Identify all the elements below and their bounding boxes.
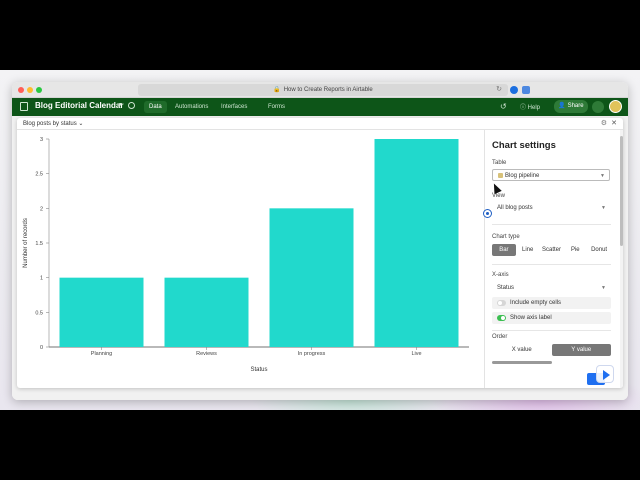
x-axis-title: Status [250,367,267,373]
bell-icon[interactable] [592,101,604,113]
avatar[interactable] [609,100,622,113]
x-tick-label: Reviews [196,351,217,357]
include-empty-toggle[interactable] [497,300,506,306]
nav-automations[interactable]: Automations [170,101,213,113]
show-axis-label-toggle-row[interactable]: Show axis label [492,312,611,324]
chart-type-bar[interactable]: Bar [492,244,516,256]
bar [269,208,354,347]
click-indicator [483,209,492,218]
chart-modal: Blog posts by status ⌄ ⚙ ✕ 0 0.5 1 1.5 2 2.5 3… [17,118,623,388]
settings-icon[interactable]: ⚙ [601,119,607,127]
chart-type-selector: Bar Line Scatter Pie Donut [492,244,611,256]
table-label: Table [492,160,507,166]
x-tick-label: Live [411,351,421,357]
bar-chart: 0 0.5 1 1.5 2 2.5 3 Planning Reviews In progress L… [23,137,469,373]
chart-type-donut[interactable]: Donut [587,244,611,256]
chart-name-dropdown[interactable]: Blog posts by status ⌄ [23,120,83,127]
screen-stage: 🔒 How to Create Reports in Airtable ↻ Blo… [0,70,640,410]
extension-icon[interactable] [522,86,530,94]
address-bar-title: How to Create Reports in Airtable [283,87,373,93]
y-tick-label: 2.5 [35,172,43,178]
base-icon [20,102,28,111]
close-window-button[interactable] [18,87,24,93]
nav-forms[interactable]: Forms [263,101,290,113]
bar [374,139,459,347]
help-link[interactable]: ⓘ Help [520,102,540,111]
order-y-value[interactable]: Y value [551,344,611,356]
y-tick-label: 0 [40,345,43,351]
minimize-window-button[interactable] [27,87,33,93]
chart-type-scatter[interactable]: Scatter [540,244,564,256]
show-axis-label-toggle[interactable] [497,315,506,321]
order-label: Order [492,334,508,340]
recording-widget-icon[interactable] [587,365,615,385]
address-bar[interactable]: 🔒 How to Create Reports in Airtable ↻ [138,84,508,96]
x-tick-label: In progress [298,351,326,357]
nav-interfaces[interactable]: Interfaces [216,101,252,113]
include-empty-label: Include empty cells [510,300,562,306]
divider [492,330,611,331]
chevron-down-icon: ▼ [601,205,606,211]
base-title[interactable]: Blog Editorial Calendar [35,101,123,110]
chart-type-label: Chart type [492,234,520,240]
y-tick-label: 3 [40,137,43,143]
nav-data[interactable]: Data [144,101,167,113]
lock-icon: 🔒 [273,87,281,93]
modal-header: Blog posts by status ⌄ ⚙ ✕ [17,118,623,130]
xaxis-select[interactable]: Status ▼ [492,282,610,294]
bar [164,277,249,347]
bar [59,277,144,347]
chevron-down-icon: ▼ [600,173,605,179]
horizontal-scrollbar[interactable] [492,361,552,364]
y-tick-label: 2 [40,206,43,212]
x-tick-label: Planning [91,351,112,357]
xaxis-label: X-axis [492,272,509,278]
history-icon[interactable]: ↺ [500,102,507,111]
chart-settings-panel: Chart settings Table Blog pipeline ▼ Vie… [484,130,623,388]
chevron-down-icon: ▼ [601,285,606,291]
order-selector: X value Y value [492,344,611,356]
settings-title: Chart settings [492,140,556,151]
divider [492,224,611,225]
app-header: Blog Editorial Calendar ▾ Data Automatio… [12,98,628,116]
extension-icon[interactable] [510,86,518,94]
table-icon [498,172,503,178]
chevron-down-icon[interactable]: ▾ [119,101,122,108]
vertical-scrollbar[interactable] [620,130,623,388]
table-select[interactable]: Blog pipeline ▼ [492,169,610,181]
show-axis-label-text: Show axis label [510,315,552,321]
chart-type-pie[interactable]: Pie [563,244,587,256]
divider [492,264,611,265]
y-tick-label: 1.5 [35,241,43,247]
info-icon[interactable] [128,102,135,109]
workspace: Blog posts by status ⌄ ⚙ ✕ 0 0.5 1 1.5 2 2.5 3… [12,116,628,400]
y-tick-label: 1 [40,276,43,282]
include-empty-toggle-row[interactable]: Include empty cells [492,297,611,309]
browser-window: 🔒 How to Create Reports in Airtable ↻ Blo… [12,82,628,400]
view-select[interactable]: All blog posts ▼ [492,202,610,214]
browser-titlebar: 🔒 How to Create Reports in Airtable ↻ [12,82,628,98]
reload-icon[interactable]: ↻ [496,84,502,96]
share-button[interactable]: 👤 Share [554,100,588,113]
maximize-window-button[interactable] [36,87,42,93]
y-axis-title: Number of records [23,218,29,268]
close-icon[interactable]: ✕ [611,119,617,127]
y-tick-label: 0.5 [35,310,43,316]
chart-type-line[interactable]: Line [516,244,540,256]
order-x-value[interactable]: X value [492,344,552,356]
chart-area: 0 0.5 1 1.5 2 2.5 3 Planning Reviews In progress L… [17,130,484,388]
